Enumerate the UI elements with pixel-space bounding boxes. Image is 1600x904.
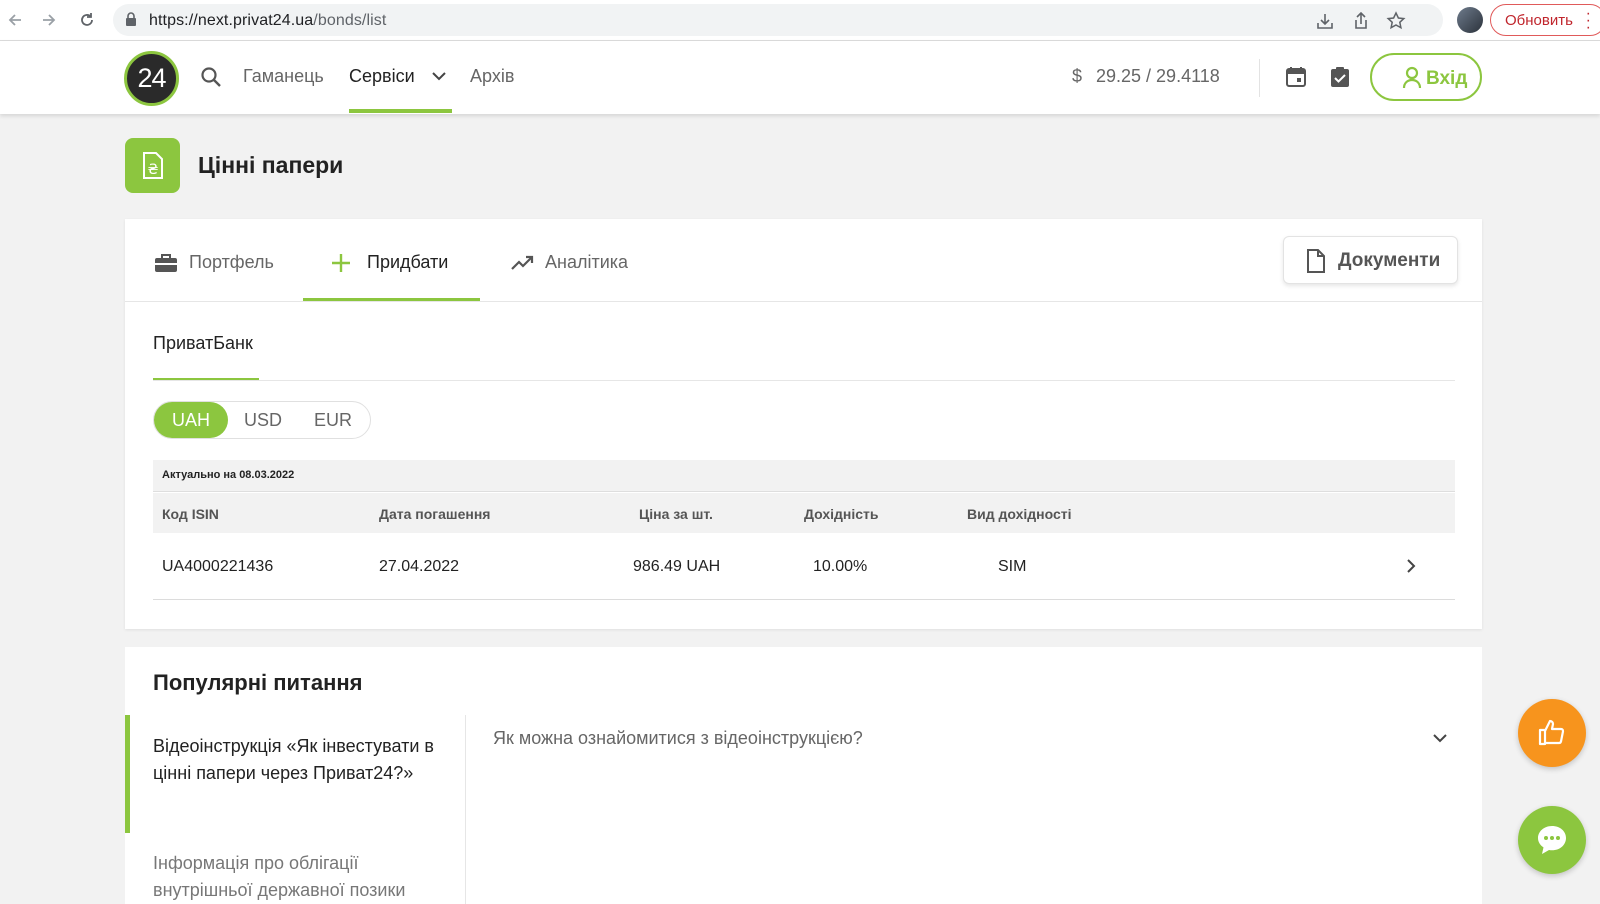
- column-maturity-date: Дата погашення: [379, 506, 491, 522]
- currency-eur[interactable]: EUR: [298, 402, 368, 438]
- document-icon: [1306, 249, 1326, 278]
- plus-icon: [330, 252, 352, 279]
- cell-price: 986.49 UAH: [633, 558, 721, 575]
- clipboard-check-icon[interactable]: [1329, 65, 1351, 94]
- share-icon[interactable]: [1351, 11, 1371, 31]
- url-text: https://next.privat24.ua/bonds/list: [149, 12, 387, 29]
- column-isin: Код ISIN: [162, 506, 219, 522]
- faq-title: Популярні питання: [153, 670, 363, 695]
- rate-currency-symbol: $: [1072, 66, 1083, 86]
- cell-isin: UA4000221436: [162, 558, 274, 575]
- header-divider: [1259, 59, 1260, 97]
- search-icon[interactable]: [199, 65, 223, 94]
- chat-button[interactable]: [1518, 806, 1586, 874]
- faq-divider: [465, 715, 466, 904]
- svg-text:₴: ₴: [148, 162, 159, 178]
- currency-usd[interactable]: USD: [228, 402, 298, 438]
- exchange-rate[interactable]: 29.25 / 29.4118: [1096, 66, 1220, 87]
- site-header: 24 Гаманець Сервіси Архів $ 29.25 / 29.4…: [0, 41, 1600, 114]
- nav-services[interactable]: Сервіси: [349, 66, 415, 87]
- nav-active-indicator: [349, 109, 452, 113]
- chevron-down-icon[interactable]: [1431, 729, 1449, 752]
- more-icon[interactable]: · · ·: [1586, 6, 1591, 36]
- tab-buy[interactable]: Придбати: [367, 252, 448, 273]
- bank-tabs-divider: [153, 380, 1455, 381]
- reload-icon[interactable]: [75, 8, 99, 32]
- feedback-button[interactable]: [1518, 699, 1586, 767]
- document-hryvnia-icon: ₴: [125, 138, 180, 193]
- chevron-right-icon[interactable]: [1403, 557, 1419, 580]
- chat-icon: [1535, 823, 1569, 862]
- back-icon[interactable]: [3, 8, 27, 32]
- star-icon[interactable]: [1386, 11, 1406, 31]
- currency-switcher: UAH USD EUR: [153, 401, 371, 439]
- browser-toolbar: https://next.privat24.ua/bonds/list Обно…: [0, 0, 1600, 41]
- column-yield-type: Вид дохідності: [967, 506, 1072, 522]
- cell-yield-type: SIM: [998, 558, 1027, 575]
- faq-card: Популярні питання Відеоінструкція «Як ін…: [125, 647, 1482, 904]
- currency-uah[interactable]: UAH: [154, 402, 228, 438]
- documents-button[interactable]: Документи: [1283, 236, 1458, 284]
- privat24-logo[interactable]: 24: [124, 51, 179, 106]
- nav-archive[interactable]: Архів: [470, 66, 514, 87]
- bank-tab-privatbank[interactable]: ПриватБанк: [153, 333, 253, 354]
- update-browser-button[interactable]: Обновить · · ·: [1490, 4, 1600, 36]
- nav-wallet[interactable]: Гаманець: [243, 66, 324, 87]
- briefcase-icon: [154, 252, 178, 279]
- calendar-icon[interactable]: [1284, 65, 1308, 94]
- tab-portfolio[interactable]: Портфель: [189, 252, 274, 273]
- table-header: Код ISIN Дата погашення Ціна за шт. Дохі…: [153, 493, 1455, 533]
- faq-topic-bonds-info[interactable]: Інформація про облігації внутрішньої дер…: [153, 850, 443, 904]
- tab-analytics[interactable]: Аналітика: [545, 252, 628, 273]
- tabs-divider: [125, 301, 1482, 302]
- profile-avatar[interactable]: [1457, 7, 1483, 33]
- table-actual-date: Актуально на 08.03.2022: [153, 460, 1455, 492]
- cell-maturity-date: 27.04.2022: [379, 558, 460, 575]
- login-button[interactable]: Вхід: [1370, 53, 1482, 101]
- thumbs-up-icon: [1537, 717, 1567, 752]
- column-price: Ціна за шт.: [639, 506, 713, 522]
- faq-question[interactable]: Як можна ознайомитися з відеоінструкцією…: [493, 728, 863, 749]
- faq-topic-video[interactable]: Відеоінструкція «Як інвестувати в цінні …: [153, 733, 443, 787]
- download-icon[interactable]: [1315, 11, 1335, 31]
- address-bar[interactable]: https://next.privat24.ua/bonds/list: [113, 4, 1443, 36]
- bonds-card: Портфель Придбати Аналітика Документи Пр…: [125, 219, 1482, 629]
- forward-icon[interactable]: [37, 8, 61, 32]
- user-icon: [1402, 66, 1422, 96]
- cell-yield: 10.00%: [813, 558, 868, 575]
- table-row[interactable]: UA4000221436 27.04.2022 986.49 UAH 10.00…: [153, 533, 1455, 600]
- column-yield: Дохідність: [804, 506, 879, 522]
- faq-active-indicator: [125, 715, 130, 833]
- trending-up-icon: [511, 252, 535, 279]
- lock-icon: [125, 12, 137, 32]
- chevron-down-icon[interactable]: [430, 67, 448, 90]
- page-title: Цінні папери: [198, 152, 344, 178]
